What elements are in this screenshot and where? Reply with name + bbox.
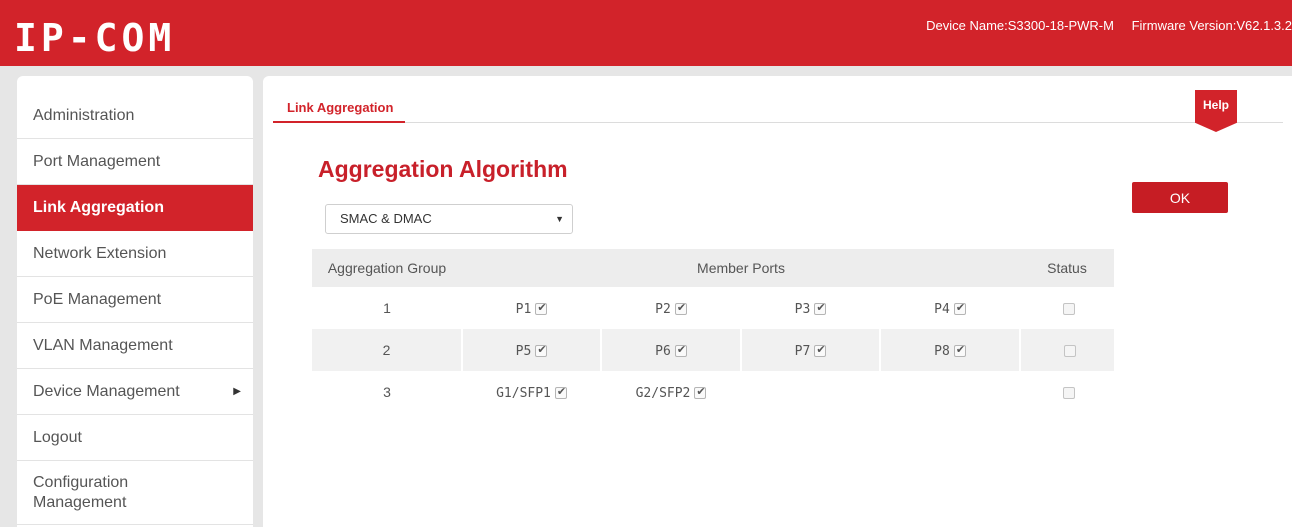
port-label: G1/SFP1 bbox=[496, 385, 551, 401]
group-id: 3 bbox=[383, 384, 391, 400]
device-info: Device Name:S3300-18-PWR-M Firmware Vers… bbox=[912, 18, 1292, 33]
status-cell bbox=[1019, 329, 1114, 371]
sidebar-item-link-aggregation[interactable]: Link Aggregation bbox=[17, 185, 253, 231]
port-label: P3 bbox=[794, 301, 811, 317]
port-checkbox[interactable] bbox=[535, 343, 548, 357]
member-port: P1 bbox=[462, 287, 601, 329]
submenu-arrow-icon: ▶ bbox=[233, 386, 241, 397]
port-checkbox[interactable] bbox=[814, 301, 827, 315]
port-checkbox[interactable] bbox=[535, 301, 548, 315]
port-checkbox[interactable] bbox=[554, 385, 567, 399]
sidebar-item-poe-management[interactable]: PoE Management bbox=[17, 277, 253, 323]
tab-link-aggregation[interactable]: Link Aggregation bbox=[273, 96, 406, 123]
table-row: 3 G1/SFP1 G2/SFP2 bbox=[312, 371, 1114, 413]
sidebar-item-configuration-management[interactable]: Configuration Management bbox=[17, 461, 253, 525]
section-title: Aggregation Algorithm bbox=[318, 156, 568, 182]
sidebar-item-port-management[interactable]: Port Management bbox=[17, 139, 253, 185]
sidebar-item-label: Port Management bbox=[33, 152, 161, 170]
member-port: P2 bbox=[601, 287, 741, 329]
sidebar-item-label: PoE Management bbox=[33, 290, 162, 308]
sidebar-item-administration[interactable]: Administration bbox=[17, 93, 253, 139]
tab-bar: Link Aggregation Help bbox=[273, 90, 1283, 132]
status-checkbox[interactable] bbox=[1063, 345, 1076, 357]
port-label: P4 bbox=[934, 301, 950, 317]
status-cell bbox=[1020, 371, 1114, 413]
device-name-text: Device Name:S3300-18-PWR-M bbox=[926, 18, 1114, 33]
status-checkbox[interactable] bbox=[1063, 387, 1075, 399]
table-row: 2 P5 P6 P7 P8 bbox=[312, 329, 1114, 371]
sidebar-item-label: Administration bbox=[33, 106, 135, 124]
main-panel: Link Aggregation Help Aggregation Algori… bbox=[263, 76, 1292, 527]
port-checkbox[interactable] bbox=[814, 343, 827, 357]
member-port: P6 bbox=[600, 329, 741, 371]
top-header: IP-COM Device Name:S3300-18-PWR-M Firmwa… bbox=[0, 0, 1292, 66]
sidebar-item-logout[interactable]: Logout bbox=[17, 415, 253, 461]
sidebar-item-device-management[interactable]: Device Management ▶ bbox=[17, 369, 253, 415]
sidebar-item-label: Network Extension bbox=[33, 244, 167, 262]
port-label: P2 bbox=[655, 301, 671, 317]
status-checkbox[interactable] bbox=[1063, 303, 1075, 315]
sidebar-item-label: VLAN Management bbox=[33, 336, 173, 354]
header-status: Status bbox=[1020, 249, 1114, 287]
port-label: P7 bbox=[794, 343, 811, 359]
member-port: P5 bbox=[461, 329, 601, 371]
sidebar-item-label: Device Management bbox=[33, 382, 180, 400]
sidebar-nav: Administration Port Management Link Aggr… bbox=[17, 76, 253, 527]
port-checkbox[interactable] bbox=[674, 301, 687, 315]
aggregation-algorithm-select[interactable]: SMAC & DMAC ▼ bbox=[325, 204, 573, 234]
firmware-version-text: Firmware Version:V62.1.3.2 bbox=[1131, 18, 1292, 33]
sidebar-item-network-extension[interactable]: Network Extension bbox=[17, 231, 253, 277]
sidebar-item-vlan-management[interactable]: VLAN Management bbox=[17, 323, 253, 369]
sidebar-item-label: Link Aggregation bbox=[33, 198, 164, 216]
port-label: G2/SFP2 bbox=[635, 385, 691, 401]
dropdown-caret-icon: ▼ bbox=[555, 214, 564, 224]
port-label: P8 bbox=[934, 343, 950, 359]
table-header-row: Aggregation Group Member Ports Status bbox=[312, 249, 1114, 287]
group-id: 1 bbox=[383, 300, 391, 316]
port-checkbox[interactable] bbox=[674, 343, 687, 357]
port-label: P6 bbox=[655, 343, 671, 359]
member-port: P7 bbox=[740, 329, 880, 371]
ok-button[interactable]: OK bbox=[1132, 182, 1228, 213]
member-port: G1/SFP1 bbox=[462, 371, 601, 413]
sidebar-item-label: Logout bbox=[33, 428, 82, 446]
member-port: G2/SFP2 bbox=[601, 371, 741, 413]
sidebar-item-label: Configuration Management bbox=[33, 473, 129, 511]
header-member-ports: Member Ports bbox=[462, 249, 1020, 287]
port-checkbox[interactable] bbox=[953, 343, 966, 357]
ip-com-logo: IP-COM bbox=[14, 16, 176, 60]
aggregation-table: Aggregation Group Member Ports Status 1 … bbox=[312, 249, 1114, 413]
help-button[interactable]: Help bbox=[1195, 90, 1237, 132]
status-cell bbox=[1020, 287, 1114, 329]
port-label: P1 bbox=[515, 301, 532, 317]
port-label: P5 bbox=[515, 343, 532, 359]
member-port: P4 bbox=[880, 287, 1020, 329]
select-value: SMAC & DMAC bbox=[340, 211, 432, 226]
empty-cell bbox=[741, 371, 880, 413]
member-port: P3 bbox=[741, 287, 880, 329]
empty-cell bbox=[880, 371, 1020, 413]
port-checkbox[interactable] bbox=[953, 301, 966, 315]
group-id: 2 bbox=[312, 329, 462, 371]
port-checkbox[interactable] bbox=[694, 385, 707, 399]
table-row: 1 P1 P2 P3 P4 bbox=[312, 287, 1114, 329]
member-port: P8 bbox=[879, 329, 1020, 371]
header-aggregation-group: Aggregation Group bbox=[312, 249, 462, 287]
